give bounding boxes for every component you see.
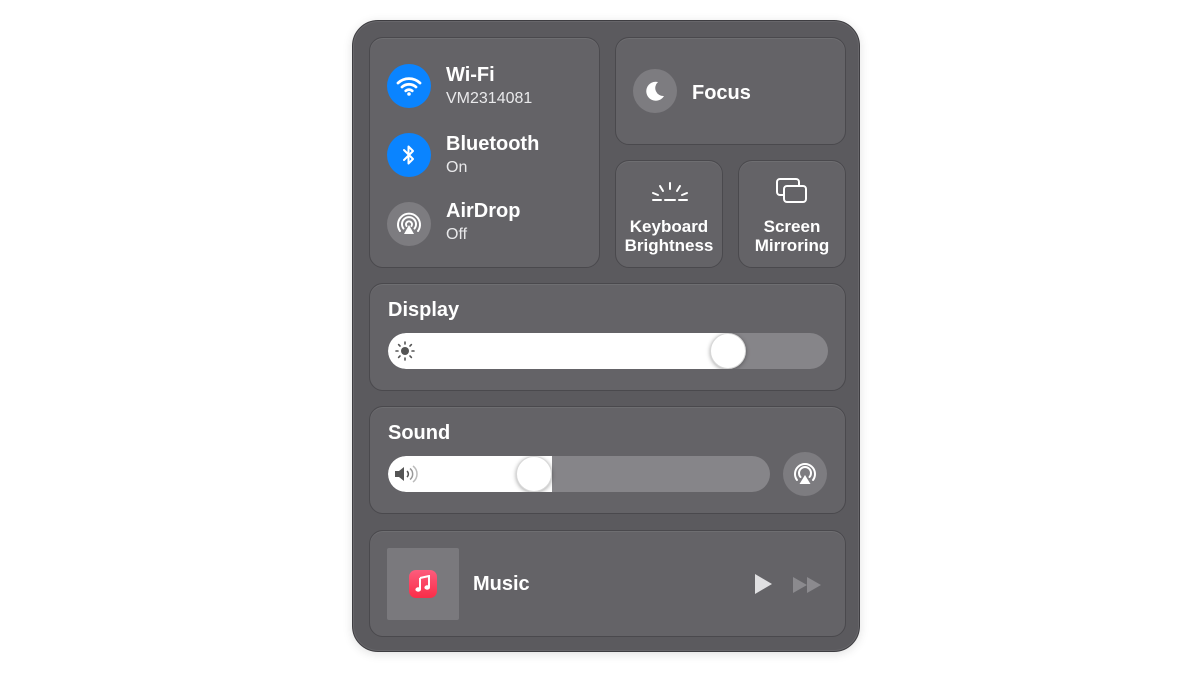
display-brightness-slider[interactable] — [388, 333, 828, 369]
bluetooth-icon[interactable] — [387, 133, 431, 177]
now-playing-title: Music — [473, 573, 530, 595]
keyboard-brightness-line1: Keyboard — [629, 217, 709, 236]
airplay-audio-icon[interactable] — [783, 452, 827, 496]
display-tile: Display — [369, 283, 846, 391]
bluetooth-status: On — [446, 159, 468, 176]
album-artwork[interactable] — [387, 548, 459, 620]
screen-mirroring-line1: Screen — [763, 217, 821, 236]
airdrop-item[interactable]: AirDrop Off — [370, 178, 599, 258]
keyboard-brightness-icon — [652, 182, 688, 201]
focus-tile[interactable]: Focus — [615, 37, 846, 145]
control-center-panel: Wi-Fi VM2314081 Bluetooth On AirDrop Off… — [352, 20, 860, 652]
sun-icon — [395, 341, 415, 361]
wifi-title: Wi-Fi — [446, 64, 495, 86]
keyboard-brightness-line2: Brightness — [624, 236, 714, 255]
volume-knob[interactable] — [516, 456, 552, 492]
airdrop-status: Off — [446, 226, 468, 243]
wifi-icon[interactable] — [387, 64, 431, 108]
wifi-network-name: VM2314081 — [446, 90, 533, 107]
now-playing-tile: Music — [369, 530, 846, 637]
screen-mirroring-tile[interactable]: Screen Mirroring — [738, 160, 846, 268]
volume-slider[interactable] — [388, 456, 770, 492]
display-brightness-knob[interactable] — [710, 333, 746, 369]
display-label: Display — [388, 299, 460, 321]
keyboard-brightness-label: Keyboard Brightness — [616, 217, 722, 255]
display-brightness-fill — [388, 333, 728, 369]
keyboard-brightness-tile[interactable]: Keyboard Brightness — [615, 160, 723, 268]
sound-label: Sound — [388, 422, 451, 444]
fast-forward-icon[interactable] — [792, 576, 824, 594]
connectivity-tile: Wi-Fi VM2314081 Bluetooth On AirDrop Off — [369, 37, 600, 268]
bluetooth-title: Bluetooth — [446, 133, 540, 155]
play-icon[interactable] — [752, 572, 774, 596]
speaker-icon — [395, 465, 418, 483]
screen-mirroring-icon — [776, 178, 807, 203]
bluetooth-item[interactable]: Bluetooth On — [370, 108, 599, 178]
screen-mirroring-label: Screen Mirroring — [739, 217, 845, 255]
music-app-icon — [409, 570, 437, 598]
moon-icon — [633, 69, 677, 113]
sound-tile: Sound — [369, 406, 846, 514]
screen-mirroring-line2: Mirroring — [754, 236, 830, 255]
airdrop-icon[interactable] — [387, 202, 431, 246]
airdrop-title: AirDrop — [446, 200, 521, 222]
focus-label: Focus — [692, 82, 751, 104]
wifi-item[interactable]: Wi-Fi VM2314081 — [370, 38, 599, 108]
